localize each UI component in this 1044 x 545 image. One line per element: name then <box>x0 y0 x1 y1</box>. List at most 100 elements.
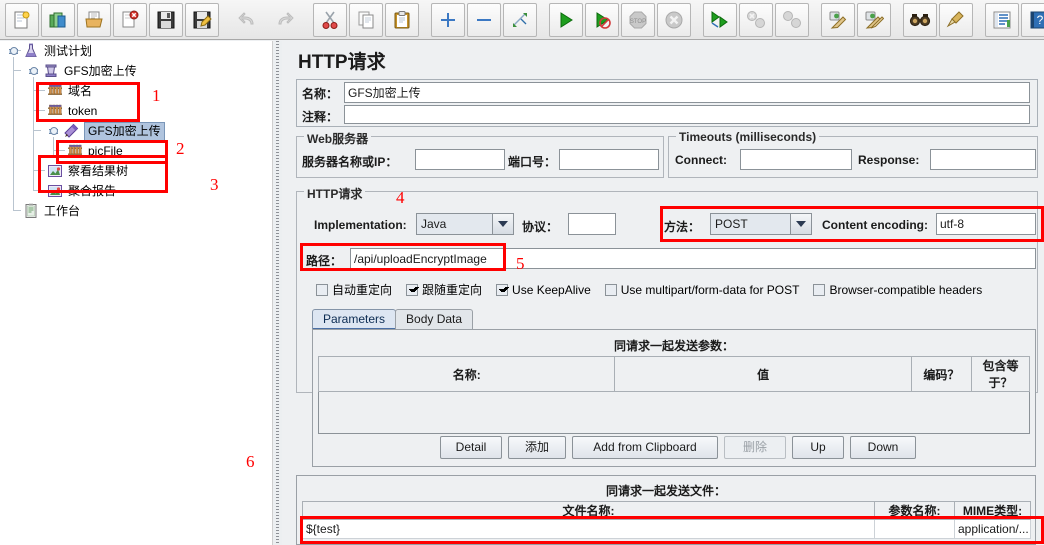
shutdown-icon <box>657 2 691 37</box>
search-icon[interactable] <box>903 2 937 37</box>
col-encode[interactable]: 编码？ <box>910 356 972 392</box>
test-plan-tree-panel[interactable]: 测试计划 GFS加密上传 域名 token GFS加密上传 picFile 察看… <box>0 41 273 545</box>
follow-redirect-checkbox[interactable]: 跟随重定向 <box>406 281 482 298</box>
comment-input[interactable] <box>344 105 1030 124</box>
web-server-group-title: Web服务器 <box>304 130 372 147</box>
search-reset-icon[interactable] <box>939 2 973 37</box>
svg-text:?: ? <box>1037 13 1044 27</box>
browser-compatible-headers-checkbox[interactable]: Browser-compatible headers <box>813 283 982 297</box>
keepalive-label: Use KeepAlive <box>512 282 591 297</box>
tree-expand-handle[interactable] <box>29 66 38 75</box>
checkbox-box[interactable] <box>604 283 617 296</box>
tree-node-view-results-tree[interactable]: 察看结果树 <box>46 162 128 180</box>
response-timeout-label: Response: <box>858 153 920 167</box>
tree-node-aggregate-report[interactable]: 聚合报告 <box>46 182 116 200</box>
add-from-clipboard-button[interactable]: Add from Clipboard <box>572 436 718 459</box>
help-icon[interactable]: ? <box>1021 2 1044 37</box>
tree-expand-handle[interactable] <box>49 126 58 135</box>
implementation-select[interactable]: Java <box>416 213 514 235</box>
start-no-timers-icon[interactable] <box>585 2 619 37</box>
templates-icon[interactable] <box>41 2 75 37</box>
checkbox-box[interactable] <box>316 283 328 296</box>
save-as-icon[interactable] <box>185 2 219 37</box>
split-grip <box>276 41 279 545</box>
cell-param-name[interactable] <box>874 519 955 539</box>
col-param-name[interactable]: 参数名称: <box>874 501 955 520</box>
up-button[interactable]: Up <box>792 436 844 459</box>
col-mime-type[interactable]: MIME类型: <box>954 501 1031 520</box>
tree-expand-handle[interactable] <box>9 46 18 55</box>
tree-node-config-domain[interactable]: 域名 <box>46 82 92 100</box>
protocol-input[interactable] <box>568 213 616 235</box>
save-icon[interactable] <box>149 2 183 37</box>
tree-node-thread-group[interactable]: GFS加密上传 <box>42 62 137 80</box>
redo-icon <box>267 3 301 37</box>
tree-node-config-picfile[interactable]: picFile <box>66 142 123 160</box>
tree-node-label: 聚合报告 <box>68 183 117 198</box>
paste-icon[interactable] <box>385 2 419 37</box>
open-icon[interactable] <box>77 2 111 37</box>
col-value[interactable]: 值 <box>614 356 912 392</box>
parameters-title: 同请求一起发送参数： <box>613 339 734 353</box>
cell-filename[interactable]: ${test} <box>302 519 875 539</box>
test-plan-tree[interactable]: 测试计划 GFS加密上传 域名 token GFS加密上传 picFile 察看… <box>0 41 272 218</box>
name-input[interactable]: GFS加密上传 <box>344 82 1030 103</box>
add-button[interactable]: 添加 <box>508 436 566 459</box>
collapse-icon[interactable] <box>467 2 501 37</box>
tree-line <box>13 210 21 211</box>
response-timeout-input[interactable] <box>930 149 1036 170</box>
content-encoding-input[interactable]: utf-8 <box>936 213 1036 235</box>
cut-icon[interactable] <box>313 2 347 37</box>
path-input[interactable]: /api/uploadEncryptImage <box>350 248 1036 269</box>
new-icon[interactable] <box>5 2 39 37</box>
chevron-down-icon[interactable] <box>790 214 811 234</box>
auto-redirect-checkbox[interactable]: 自动重定向 <box>316 281 392 298</box>
col-include-equals[interactable]: 包含等于？ <box>970 356 1031 392</box>
tree-node-label: 察看结果树 <box>68 163 129 178</box>
start-icon[interactable] <box>549 2 583 37</box>
toggle-icon[interactable] <box>503 2 537 37</box>
timeouts-group-title: Timeouts (milliseconds) <box>676 130 820 144</box>
expand-icon[interactable] <box>431 2 465 37</box>
multipart-checkbox[interactable]: Use multipart/form-data for POST <box>604 283 799 297</box>
method-label: 方法： <box>664 220 701 234</box>
cell-mime-type[interactable]: application/... <box>954 519 1031 539</box>
down-button[interactable]: Down <box>850 436 916 459</box>
tab-parameters[interactable]: Parameters <box>312 309 397 330</box>
copy-icon[interactable] <box>349 2 383 37</box>
checkbox-box[interactable] <box>496 283 509 296</box>
annotation-number-3: 3 <box>210 175 219 194</box>
close-icon[interactable] <box>113 2 147 37</box>
checkbox-box[interactable] <box>406 283 419 296</box>
remote-start-all-icon[interactable] <box>703 2 737 37</box>
server-host-input[interactable] <box>415 149 505 170</box>
clear-all-icon[interactable] <box>857 2 891 37</box>
col-filename[interactable]: 文件名称: <box>302 501 875 520</box>
tree-node-workbench[interactable]: 工作台 <box>22 202 80 220</box>
request-options-row: 自动重定向 跟随重定向 Use KeepAlive Use multipart/… <box>316 281 996 298</box>
keepalive-checkbox[interactable]: Use KeepAlive <box>496 283 591 297</box>
parameters-table[interactable]: 名称: 值 编码？ 包含等于？ <box>317 356 1031 434</box>
files-table[interactable]: 文件名称: 参数名称: MIME类型: ${test} application/… <box>302 501 1031 539</box>
main-toolbar: STOP ? <box>0 0 1044 40</box>
tree-node-http-sampler[interactable]: GFS加密上传 <box>62 121 165 141</box>
checkbox-box[interactable] <box>813 283 826 296</box>
server-port-input[interactable] <box>559 149 659 170</box>
col-name[interactable]: 名称: <box>317 356 616 392</box>
table-row[interactable]: ${test} application/... <box>302 519 1031 539</box>
tree-line <box>13 70 21 71</box>
tree-line <box>33 77 34 190</box>
protocol-label: 协议： <box>522 220 559 234</box>
tree-node-test-plan[interactable]: 测试计划 <box>22 42 92 60</box>
tab-body-data[interactable]: Body Data <box>395 309 474 330</box>
tree-node-label: 域名 <box>68 83 93 98</box>
method-select[interactable]: POST <box>710 213 812 235</box>
tree-node-config-token[interactable]: token <box>46 102 97 120</box>
connect-timeout-input[interactable] <box>740 149 852 170</box>
detail-button[interactable]: Detail <box>440 436 502 459</box>
clear-icon[interactable] <box>821 2 855 37</box>
follow-redirect-label: 跟随重定向 <box>422 283 483 297</box>
chevron-down-icon[interactable] <box>492 214 513 234</box>
annotation-number-5: 5 <box>516 254 525 273</box>
function-helper-icon[interactable] <box>985 2 1019 37</box>
